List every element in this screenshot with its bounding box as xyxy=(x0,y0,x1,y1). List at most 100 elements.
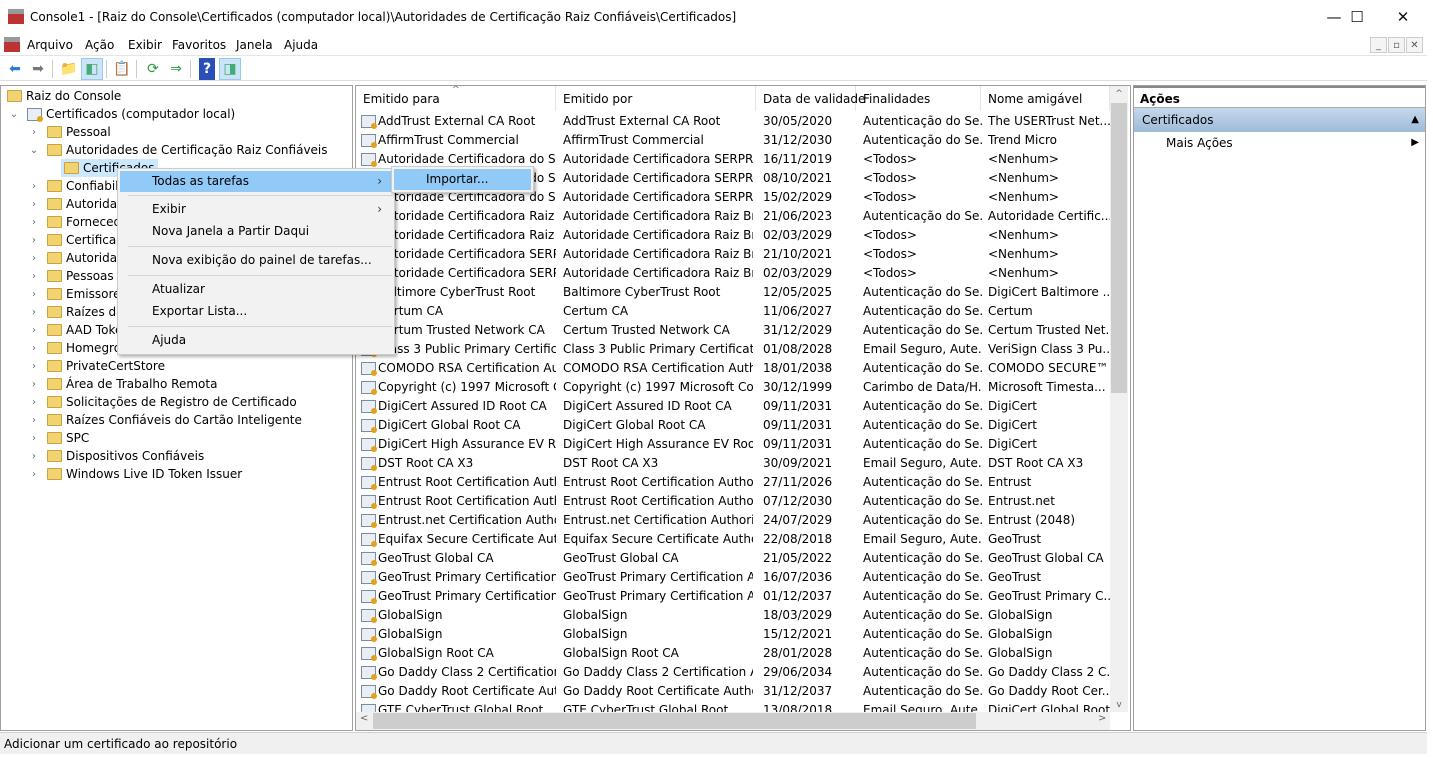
chevron-right-icon[interactable]: › xyxy=(29,325,39,336)
table-row[interactable]: GlobalSign Root CA GlobalSign Root CA 28/0… xyxy=(356,644,1110,663)
chevron-right-icon[interactable]: › xyxy=(29,469,39,480)
tree-node-store[interactable]: › SPC xyxy=(29,429,89,447)
chevron-right-icon[interactable]: › xyxy=(29,307,39,318)
table-row[interactable]: GeoTrust Primary Certification ... GeoTru… xyxy=(356,587,1110,606)
chevron-right-icon[interactable]: › xyxy=(29,127,39,138)
chevron-right-icon[interactable]: › xyxy=(29,451,39,462)
chevron-right-icon[interactable]: › xyxy=(29,289,39,300)
menu-item-new-taskpad[interactable]: Nova exibição do painel de tarefas... xyxy=(120,250,392,271)
tree-node-store[interactable]: › Raízes da xyxy=(29,303,123,321)
tree-node-store[interactable]: › Dispositivos Confiáveis xyxy=(29,447,204,465)
table-row[interactable]: Class 3 Public Primary Certificat... Clas… xyxy=(356,340,1110,359)
tree-node-store[interactable]: ⌄ Autoridades de Certificação Raiz Confiá… xyxy=(29,141,328,159)
menu-favoritos[interactable]: Favoritos xyxy=(172,38,226,52)
table-row[interactable]: Entrust Root Certification Auth... Entrus… xyxy=(356,473,1110,492)
tree-node-computer-certificates[interactable]: ⌄ Certificados (computador local) xyxy=(9,105,235,123)
table-row[interactable]: AffirmTrust Commercial AffirmTrust Commer… xyxy=(356,131,1110,150)
scroll-left-arrow[interactable]: < xyxy=(360,713,368,724)
menu-janela[interactable]: Janela xyxy=(236,38,273,52)
show-hide-tree-icon[interactable]: ◧ xyxy=(81,58,103,80)
table-row[interactable]: DigiCert High Assurance EV Ro... DigiCert… xyxy=(356,435,1110,454)
tree-node-store[interactable]: › Fornecedo xyxy=(29,213,128,231)
menu-ajuda[interactable]: Ajuda xyxy=(284,38,318,52)
table-row[interactable]: Copyright (c) 1997 Microsoft C... Copyrig… xyxy=(356,378,1110,397)
chevron-right-icon[interactable]: › xyxy=(29,253,39,264)
chevron-right-icon[interactable]: › xyxy=(29,217,39,228)
chevron-right-icon[interactable]: › xyxy=(29,379,39,390)
column-header-expiration[interactable]: Data de validade xyxy=(756,86,865,111)
table-row[interactable]: Autoridade Certificadora Raiz B... Autori… xyxy=(356,226,1110,245)
child-close-button[interactable]: ✕ xyxy=(1406,37,1423,53)
table-row[interactable]: AddTrust External CA Root AddTrust Extern… xyxy=(356,112,1110,131)
table-row[interactable]: Autoridade Certificadora SERPR... Autorid… xyxy=(356,245,1110,264)
table-row[interactable]: GlobalSign GlobalSign 18/03/2029 Autenticaç… xyxy=(356,606,1110,625)
refresh-icon[interactable]: ⟳ xyxy=(142,58,164,80)
column-header-purposes[interactable]: Finalidades xyxy=(856,86,981,111)
chevron-right-icon[interactable]: › xyxy=(29,343,39,354)
tree-node-store[interactable]: › Raízes Confiáveis do Cartão Inteligente xyxy=(29,411,302,429)
tree-node-store[interactable]: › PrivateCertStore xyxy=(29,357,165,375)
table-row[interactable]: Equifax Secure Certificate Auth... Equifa… xyxy=(356,530,1110,549)
chevron-right-icon[interactable]: › xyxy=(29,199,39,210)
menu-item-all-tasks[interactable]: Todas as tarefas › xyxy=(120,171,392,192)
horizontal-scrollbar[interactable]: < > xyxy=(356,712,1110,730)
menu-acao[interactable]: Ação xyxy=(85,38,114,52)
table-row[interactable]: Baltimore CyberTrust Root Baltimore Cyber… xyxy=(356,283,1110,302)
tree-node-store[interactable]: › Certificad xyxy=(29,231,124,249)
menu-item-new-window[interactable]: Nova Janela a Partir Daqui xyxy=(120,221,392,242)
close-button[interactable]: ✕ xyxy=(1380,0,1426,34)
table-row[interactable]: Go Daddy Root Certificate Auth... Go Dadd… xyxy=(356,682,1110,701)
menu-item-view[interactable]: Exibir › xyxy=(120,199,392,220)
menu-arquivo[interactable]: Arquivo xyxy=(27,38,73,52)
tree-node-store[interactable]: › Solicitações de Registro de Certificado xyxy=(29,393,297,411)
table-row[interactable]: DigiCert Assured ID Root CA DigiCert Assu… xyxy=(356,397,1110,416)
table-row[interactable]: Autoridade Certificadora Raiz B... Autori… xyxy=(356,207,1110,226)
menu-item-export-list[interactable]: Exportar Lista... xyxy=(120,301,392,322)
tree-node-store[interactable]: › AAD Toke xyxy=(29,321,122,339)
actions-section-certificados[interactable]: Certificados ▲ xyxy=(1134,108,1425,132)
tree-node-store[interactable]: › Pessoal xyxy=(29,123,111,141)
child-restore-button[interactable]: ▫ xyxy=(1388,37,1405,53)
table-row[interactable]: Certum Trusted Network CA Certum Trusted … xyxy=(356,321,1110,340)
tree-node-store[interactable]: › Autoridad xyxy=(29,195,125,213)
table-row[interactable]: DigiCert Global Root CA DigiCert Global R… xyxy=(356,416,1110,435)
menu-item-help[interactable]: Ajuda xyxy=(120,330,392,351)
menu-item-import[interactable]: Importar... xyxy=(394,169,531,190)
table-row[interactable]: GlobalSign GlobalSign 15/12/2021 Autenticaç… xyxy=(356,625,1110,644)
vertical-scrollbar[interactable]: ^ v xyxy=(1110,86,1128,712)
tree-node-store[interactable]: › Pessoas C xyxy=(29,267,126,285)
table-row[interactable]: GeoTrust Primary Certification ... GeoTru… xyxy=(356,568,1110,587)
chevron-right-icon[interactable]: › xyxy=(29,397,39,408)
chevron-down-icon[interactable]: ⌄ xyxy=(29,145,39,156)
tree-node-store[interactable]: › Homegro xyxy=(29,339,121,357)
menu-item-refresh[interactable]: Atualizar xyxy=(120,279,392,300)
export-list-icon[interactable]: ⇒ xyxy=(165,58,187,80)
table-row[interactable]: Go Daddy Class 2 Certification ... Go Dad… xyxy=(356,663,1110,682)
child-minimize-button[interactable]: _ xyxy=(1370,37,1387,53)
action-more-actions[interactable]: Mais Ações ▶ xyxy=(1134,132,1425,154)
chevron-right-icon[interactable]: › xyxy=(29,181,39,192)
back-arrow-icon[interactable]: ⬅ xyxy=(4,58,26,80)
chevron-down-icon[interactable]: ⌄ xyxy=(9,109,19,120)
table-row[interactable]: COMODO RSA Certification Au... COMODO RSA… xyxy=(356,359,1110,378)
table-row[interactable]: Autoridade Certificadora SERPR... Autorid… xyxy=(356,264,1110,283)
collapse-triangle-icon[interactable]: ▲ xyxy=(1411,108,1419,132)
menu-exibir[interactable]: Exibir xyxy=(128,38,162,52)
up-folder-icon[interactable]: 📁 xyxy=(58,58,80,80)
clipboard-icon[interactable]: 📋 xyxy=(111,58,133,80)
column-header-issued-by[interactable]: Emitido por xyxy=(556,86,756,111)
chevron-right-icon[interactable]: › xyxy=(29,361,39,372)
scroll-up-arrow[interactable]: ^ xyxy=(1110,86,1128,103)
tree-node-store[interactable]: › Autoridad xyxy=(29,249,125,267)
scroll-thumb[interactable] xyxy=(1111,103,1127,393)
table-row[interactable]: Entrust.net Certification Author... Entru… xyxy=(356,511,1110,530)
column-header-friendly-name[interactable]: Nome amigável xyxy=(981,86,1110,111)
tree-node-store[interactable]: › Emissores xyxy=(29,285,127,303)
scroll-down-arrow[interactable]: v xyxy=(1110,700,1128,710)
column-header-issued-to[interactable]: Emitido para ^ xyxy=(356,86,556,111)
show-hide-action-pane-icon[interactable]: ◨ xyxy=(219,58,241,80)
scroll-right-arrow[interactable]: > xyxy=(1098,713,1106,724)
tree-node-store[interactable]: › Windows Live ID Token Issuer xyxy=(29,465,242,483)
chevron-right-icon[interactable]: › xyxy=(29,415,39,426)
table-row[interactable]: DST Root CA X3 DST Root CA X3 30/09/2021 Em… xyxy=(356,454,1110,473)
